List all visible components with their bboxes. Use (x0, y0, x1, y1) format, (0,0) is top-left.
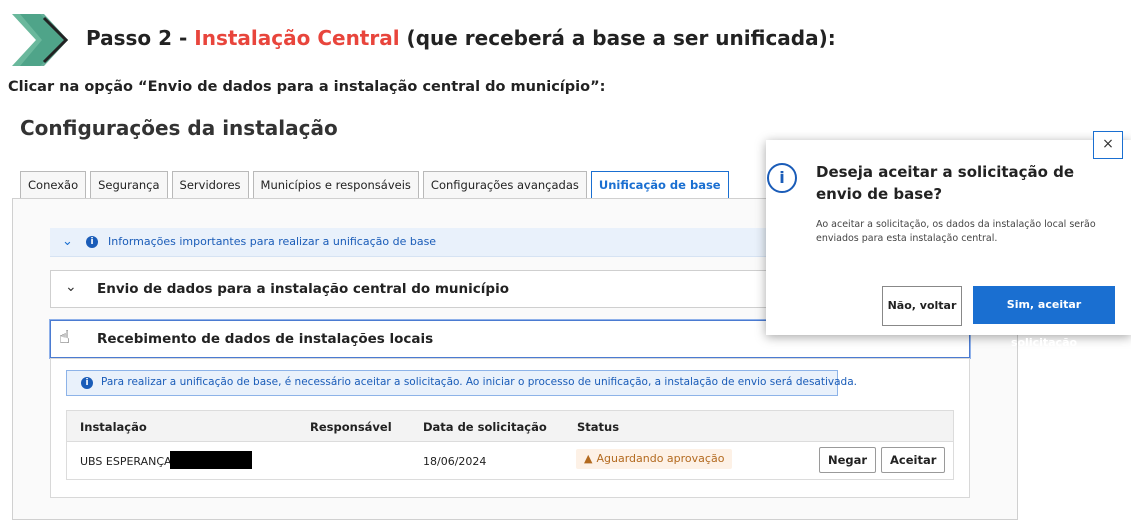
status-badge: ▲ Aguardando aprovação (576, 449, 733, 469)
step-header: Passo 2 - Instalação Central (que recebe… (10, 12, 1110, 72)
warning-icon: ▲ (584, 452, 593, 465)
info-icon: i (86, 236, 98, 248)
close-icon[interactable]: × (1093, 131, 1123, 159)
col-instalacao: Instalação (80, 420, 147, 434)
confirm-button[interactable]: Sim, aceitar solicitação (973, 286, 1115, 349)
tab-conexao[interactable]: Conexão (20, 171, 87, 198)
tab-servidores[interactable]: Servidores (171, 171, 249, 198)
tab-municipios[interactable]: Municípios e responsáveis (252, 171, 419, 198)
page-title: Configurações da instalação (20, 116, 338, 140)
info-icon: i (81, 377, 93, 389)
accept-button[interactable]: Aceitar (881, 447, 946, 473)
dialog-body: Ao aceitar a solicitação, os dados da in… (816, 219, 1096, 244)
accordion-send-label: Envio de dados para a instalação central… (97, 281, 509, 297)
cell-installation: UBS ESPERANÇA (80, 455, 172, 468)
info-accordion-label: Informações importantes para realizar a … (108, 235, 437, 248)
redacted-block (170, 451, 252, 469)
hand-cursor-icon: ☝ (59, 327, 70, 348)
notice-text: Para realizar a unificação de base, é ne… (101, 376, 857, 388)
cancel-button[interactable]: Não, voltar (882, 286, 962, 326)
tab-seguranca[interactable]: Segurança (90, 171, 168, 198)
step-highlight: Instalação Central (194, 26, 400, 50)
tab-unificacao-base[interactable]: Unificação de base (590, 171, 729, 198)
tab-bar: Conexão Segurança Servidores Municípios … (20, 171, 729, 198)
col-status: Status (577, 420, 620, 434)
cell-date: 18/06/2024 (423, 455, 487, 468)
unification-notice: i Para realizar a unificação de base, é … (66, 370, 857, 396)
deny-button[interactable]: Negar (819, 447, 877, 473)
requests-table: Instalação Responsável Data de solicitaç… (66, 410, 954, 480)
instruction-text: Clicar na opção “Envio de dados para a i… (8, 79, 606, 95)
chevron-down-icon: ⌄ (65, 279, 77, 295)
step-title: Passo 2 - Instalação Central (que recebe… (86, 26, 836, 50)
info-circle-icon: i (767, 163, 797, 193)
table-header: Instalação Responsável Data de solicitaç… (67, 411, 953, 442)
col-responsavel: Responsável (310, 420, 392, 434)
step-arrow-icon (12, 14, 69, 66)
col-data: Data de solicitação (423, 420, 547, 434)
tab-config-avancadas[interactable]: Configurações avançadas (422, 171, 587, 198)
info-accordion[interactable]: ⌄ i Informações importantes para realiza… (50, 228, 790, 257)
accordion-receive-label: Recebimento de dados de instalações loca… (97, 331, 434, 347)
chevron-down-icon: ⌄ (62, 234, 73, 249)
dialog-title: Deseja aceitar a solicitação de envio de… (816, 163, 1075, 203)
